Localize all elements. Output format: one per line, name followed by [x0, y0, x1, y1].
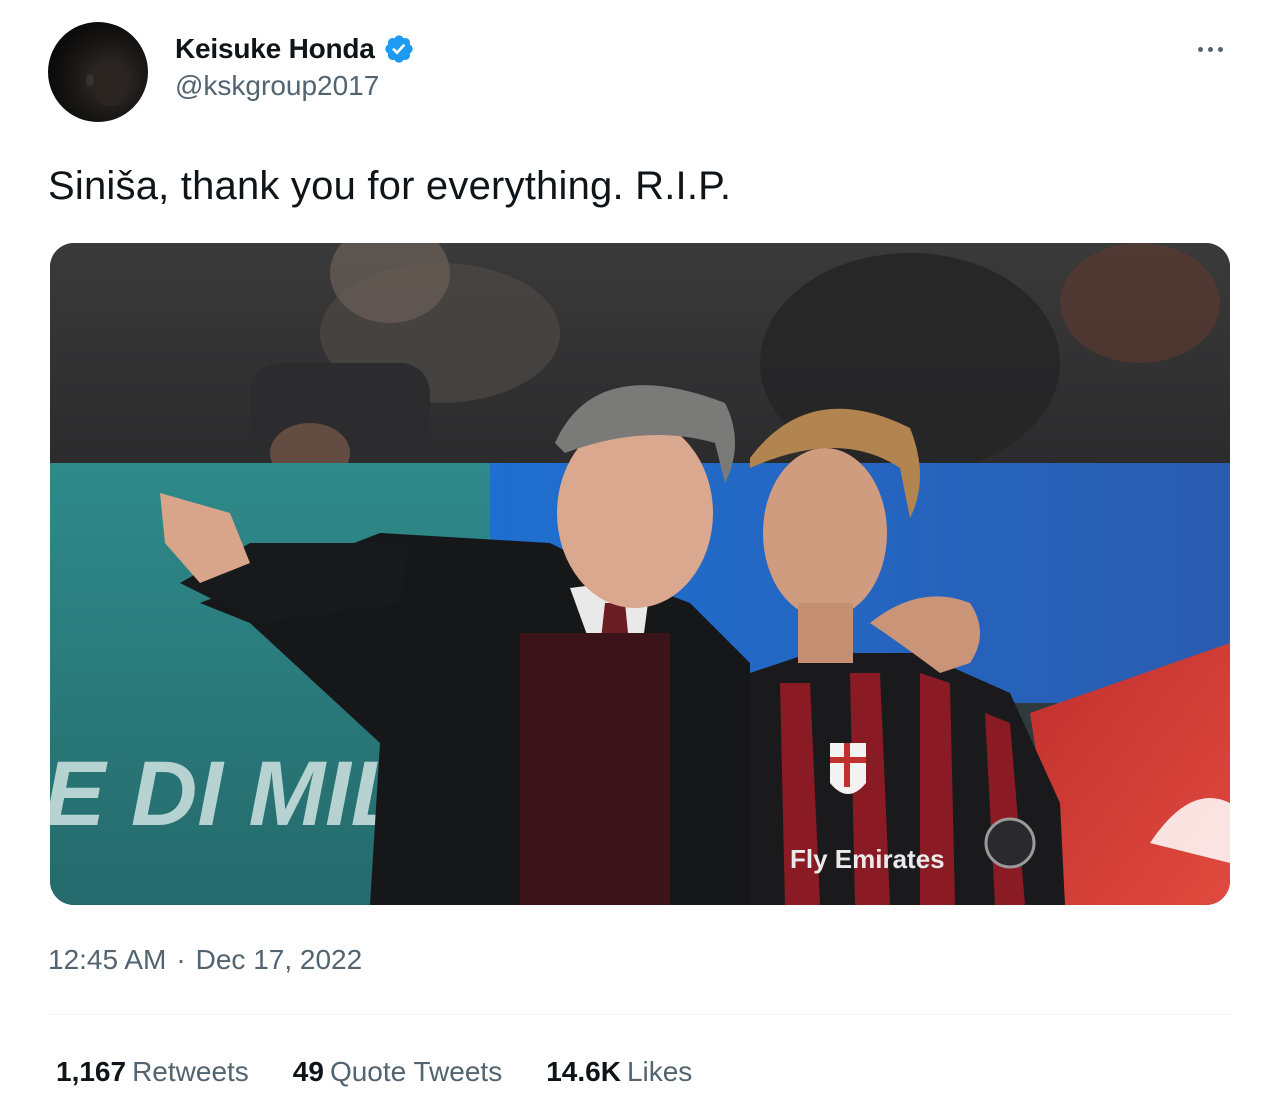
likes-count: 14.6K — [546, 1056, 621, 1087]
tweet-date: Dec 17, 2022 — [195, 944, 363, 975]
author-display-name[interactable]: Keisuke Honda — [175, 33, 375, 65]
author-avatar[interactable] — [48, 22, 148, 122]
tweet-time: 12:45 AM — [48, 944, 167, 975]
retweets-count: 1,167 — [56, 1056, 127, 1087]
more-dot — [1197, 46, 1203, 52]
likes-stat[interactable]: 14.6K Likes — [546, 1056, 692, 1088]
retweets-label: Retweets — [132, 1056, 249, 1087]
tweet-card: Keisuke Honda @kskgroup2017 Siniša, than… — [0, 0, 1280, 1104]
quote-tweets-stat[interactable]: 49 Quote Tweets — [293, 1056, 502, 1088]
player-head — [763, 448, 887, 618]
photo-illustration: E DI MILANO Fly Emirates — [50, 243, 1230, 905]
more-dot — [1207, 46, 1213, 52]
tweet-timestamp[interactable]: 12:45 AM · Dec 17, 2022 — [48, 944, 362, 976]
author-handle[interactable]: @kskgroup2017 — [175, 70, 415, 102]
engagement-stats: 1,167 Retweets 49 Quote Tweets 14.6K Likes — [56, 1056, 692, 1088]
more-dot — [1217, 46, 1223, 52]
timestamp-separator: · — [176, 944, 186, 975]
quote-tweets-count: 49 — [292, 1056, 324, 1087]
more-options-icon[interactable] — [1192, 34, 1228, 64]
shirt-text: Fly Emirates — [790, 844, 945, 874]
avatar-ear — [86, 74, 94, 86]
divider — [48, 1014, 1232, 1015]
author-block: Keisuke Honda @kskgroup2017 — [175, 30, 415, 102]
retweets-stat[interactable]: 1,167 Retweets — [56, 1056, 249, 1088]
tweet-photo[interactable]: E DI MILANO Fly Emirates — [50, 243, 1230, 905]
verified-badge-icon — [385, 35, 413, 63]
avatar-face — [94, 60, 126, 106]
likes-label: Likes — [626, 1056, 693, 1087]
name-row: Keisuke Honda — [175, 30, 415, 68]
tweet-text: Siniša, thank you for everything. R.I.P. — [48, 164, 732, 208]
quote-tweets-label: Quote Tweets — [329, 1056, 503, 1087]
